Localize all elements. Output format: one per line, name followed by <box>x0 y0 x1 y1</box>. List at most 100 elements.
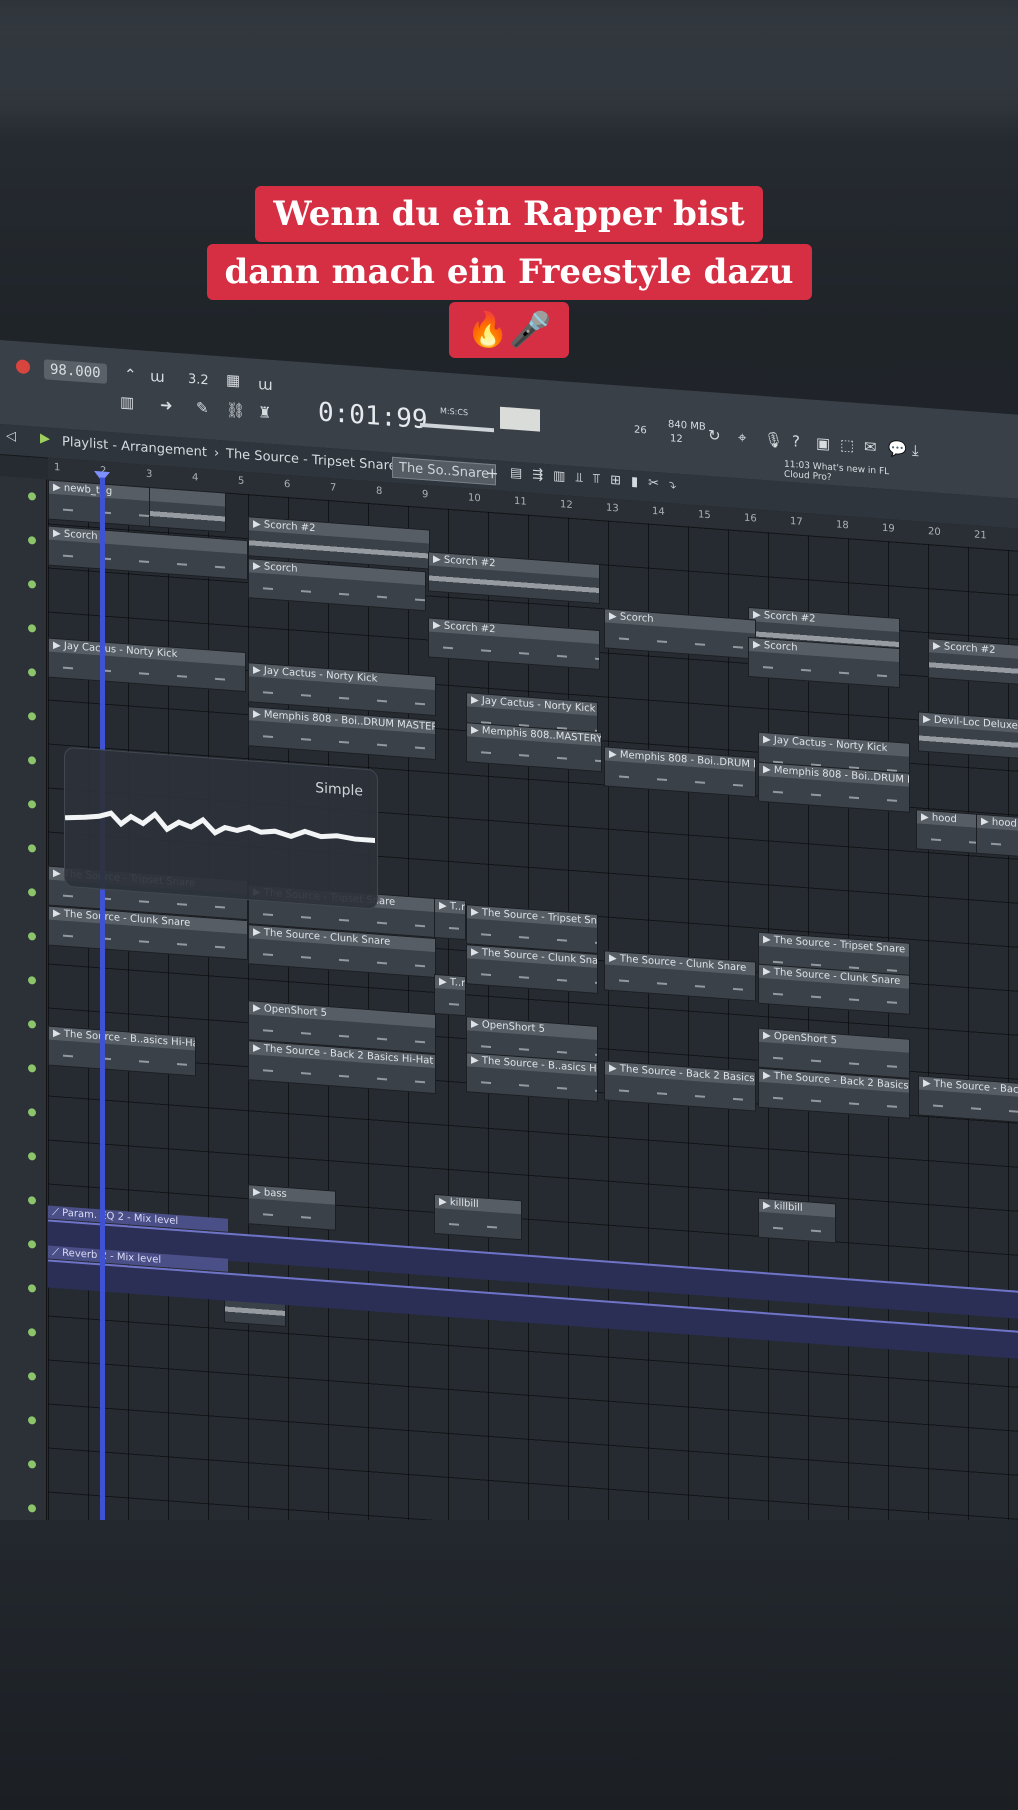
track-mute-toggle[interactable] <box>28 756 36 765</box>
time-unit: M:S:CS <box>440 406 469 418</box>
track-header-column <box>0 476 47 1520</box>
playlist-clip[interactable]: ▶ hood <box>916 809 978 854</box>
loop-record-icon[interactable]: ɯ <box>258 375 273 394</box>
ruler-tick: 16 <box>744 512 757 525</box>
tempo-display[interactable]: 98.000 <box>44 359 107 384</box>
current-pattern: The Source - Tripset Snare <box>226 446 397 475</box>
playlist-clip[interactable]: ▶ The Source - Clunk Snare <box>466 944 598 994</box>
help-icon[interactable]: ? <box>792 432 800 451</box>
waveform-graphic <box>65 810 375 844</box>
link-icon[interactable]: ⛓ <box>226 401 245 420</box>
clip-content <box>435 911 465 940</box>
download-icon[interactable]: ⤓ <box>912 441 919 459</box>
playlist-clip[interactable]: ▶ hood <box>976 813 1018 859</box>
playlist-clip[interactable]: ▶ Memphis 808 - Boi..DRUM MASTERY] #2 <box>248 706 436 761</box>
track-mute-toggle[interactable] <box>28 1284 36 1293</box>
track-mute-toggle[interactable] <box>28 844 36 853</box>
playlist-clip[interactable]: ▶ bass <box>248 1184 336 1231</box>
mixer-icon[interactable]: ⌖ <box>738 428 746 447</box>
metronome-icon[interactable]: ⌃ <box>124 365 137 384</box>
playlist-grid[interactable]: ▶ Scorch #2 ▶ Scorch #2 ▶ Scorch #2 ▶ Scorc… <box>48 479 1018 1520</box>
track-mute-toggle[interactable] <box>28 1064 36 1073</box>
track-mute-toggle[interactable] <box>28 624 36 633</box>
playlist-clip[interactable]: ▶ Memphis 808..MASTERY] #2 <box>466 722 602 773</box>
playlist-clip[interactable]: ▶ newb_tag <box>48 479 150 528</box>
track-mute-toggle[interactable] <box>28 1152 36 1161</box>
wait-icon[interactable]: ɯ <box>150 367 165 386</box>
speaker-icon[interactable]: ◁ <box>6 428 16 444</box>
caption: Wenn du ein Rapper bist dann mach ein Fr… <box>0 186 1018 360</box>
ruler-tick: 9 <box>422 488 429 501</box>
track-mute-toggle[interactable] <box>28 1372 36 1381</box>
waveform-overlay: Simple <box>64 746 378 910</box>
polyphony-count: 26 <box>634 424 647 437</box>
playlist-clip[interactable]: ▶ The Source - Back 2 Basics Hi-Hat <box>918 1075 1018 1132</box>
ruler-tick: 19 <box>882 522 895 535</box>
playlist-clip[interactable]: ▶ Scorch #2 <box>928 638 1018 693</box>
track-mute-toggle[interactable] <box>28 1240 36 1249</box>
ruler-tick: 7 <box>330 482 337 494</box>
undo-icon[interactable]: ↻ <box>708 426 721 445</box>
clip-content <box>919 725 1018 768</box>
play-arrow-icon[interactable]: ▶ <box>40 431 50 447</box>
playlist-clip[interactable]: ▶ Scorch #2 <box>428 617 600 671</box>
track-mute-toggle[interactable] <box>28 1108 36 1117</box>
track-mute-toggle[interactable] <box>28 888 36 897</box>
playlist-clip[interactable]: ▶ T..re <box>434 973 466 1017</box>
track-mute-toggle[interactable] <box>28 1416 36 1425</box>
brush-icon[interactable]: ✎ <box>196 398 209 417</box>
playlist-clip[interactable]: ▶ T..re <box>434 897 466 941</box>
playlist-clip[interactable]: ▶ killbill <box>758 1197 836 1244</box>
track-mute-toggle[interactable] <box>28 712 36 721</box>
add-pattern-icon[interactable]: + <box>486 464 499 483</box>
ruler-tick: 3 <box>146 468 153 481</box>
playhead[interactable] <box>100 477 105 1520</box>
pattern-mode-icon[interactable]: ▦ <box>226 371 240 390</box>
track-mute-toggle[interactable] <box>28 932 36 941</box>
ruler-tick: 18 <box>836 519 849 532</box>
ruler-tick: 12 <box>560 499 573 512</box>
export-icon[interactable]: ⬚ <box>840 436 854 455</box>
playlist-clip[interactable]: ▶ Jay Cactus - Norty Kick <box>48 637 246 693</box>
master-volume-slider[interactable] <box>420 422 494 433</box>
breadcrumb-separator: › <box>214 445 220 462</box>
track-mute-toggle[interactable] <box>28 668 36 677</box>
track-mute-toggle[interactable] <box>28 1504 36 1513</box>
save-icon[interactable]: ▣ <box>816 434 830 453</box>
track-mute-toggle[interactable] <box>28 1460 36 1469</box>
fl-studio-window: 98.000 ⌃ ɯ 3.2 ▦ ɯ ▥ ➜ ✎ ⛓ ♜ 0:01:99 M:S… <box>0 340 1018 1520</box>
playlist-clip[interactable]: ▶ Scorch <box>604 608 756 660</box>
track-mute-toggle[interactable] <box>28 536 36 545</box>
pattern-selector[interactable]: The So..Snare <box>392 456 497 486</box>
playlist-clip[interactable]: ▶ killbill <box>434 1193 522 1241</box>
playlist-clip[interactable]: ▶ The Source - B..asics Hi-Hat <box>466 1052 598 1102</box>
track-mute-toggle[interactable] <box>28 1328 36 1337</box>
record-button[interactable] <box>16 359 30 375</box>
track-mute-toggle[interactable] <box>28 976 36 985</box>
track-mute-toggle[interactable] <box>28 1020 36 1029</box>
playlist-clip[interactable]: ▶ Scorch <box>48 525 248 581</box>
waveform-monitor <box>500 406 540 432</box>
track-mute-toggle[interactable] <box>28 492 36 501</box>
arrow-right-icon[interactable]: ➜ <box>160 396 173 415</box>
playlist-clip[interactable]: ▶ Scorch #2 <box>428 551 600 605</box>
fl-playlist: 98.000 ⌃ ɯ 3.2 ▦ ɯ ▥ ➜ ✎ ⛓ ♜ 0:01:99 M:S… <box>0 340 1018 1520</box>
email-icon[interactable]: ✉ <box>864 437 877 456</box>
playlist-clip[interactable]: ▶ Memphis 808 - Boi..DRUM MASTERY] #2 <box>604 746 756 798</box>
playlist-clip[interactable]: ▶ The Source - Clunk Snare <box>604 950 756 1002</box>
microphone-icon[interactable]: 🎙 <box>764 430 783 449</box>
song-time: 0:01:99 <box>318 397 428 436</box>
ruler-tick: 21 <box>974 529 987 542</box>
track-mute-toggle[interactable] <box>28 580 36 589</box>
piano-icon[interactable]: ▥ <box>120 393 134 412</box>
chat-icon[interactable]: 💬 <box>888 439 907 458</box>
clip-content <box>435 987 465 1016</box>
playlist-clip[interactable]: ▶ The Source - B..asics Hi-Hat <box>48 1025 196 1077</box>
ruler-tick: 4 <box>192 472 199 484</box>
playlist-clip[interactable]: ▶ The Source - Back 2 Basics Hi-Hat <box>604 1060 756 1112</box>
track-mute-toggle[interactable] <box>28 1196 36 1205</box>
track-mute-toggle[interactable] <box>28 800 36 809</box>
time-signature[interactable]: 3.2 <box>188 372 209 389</box>
playlist-clip[interactable]: ▶ Devil-Loc Deluxe - Mix level <box>918 711 1018 769</box>
hat-icon[interactable]: ♜ <box>258 403 271 422</box>
